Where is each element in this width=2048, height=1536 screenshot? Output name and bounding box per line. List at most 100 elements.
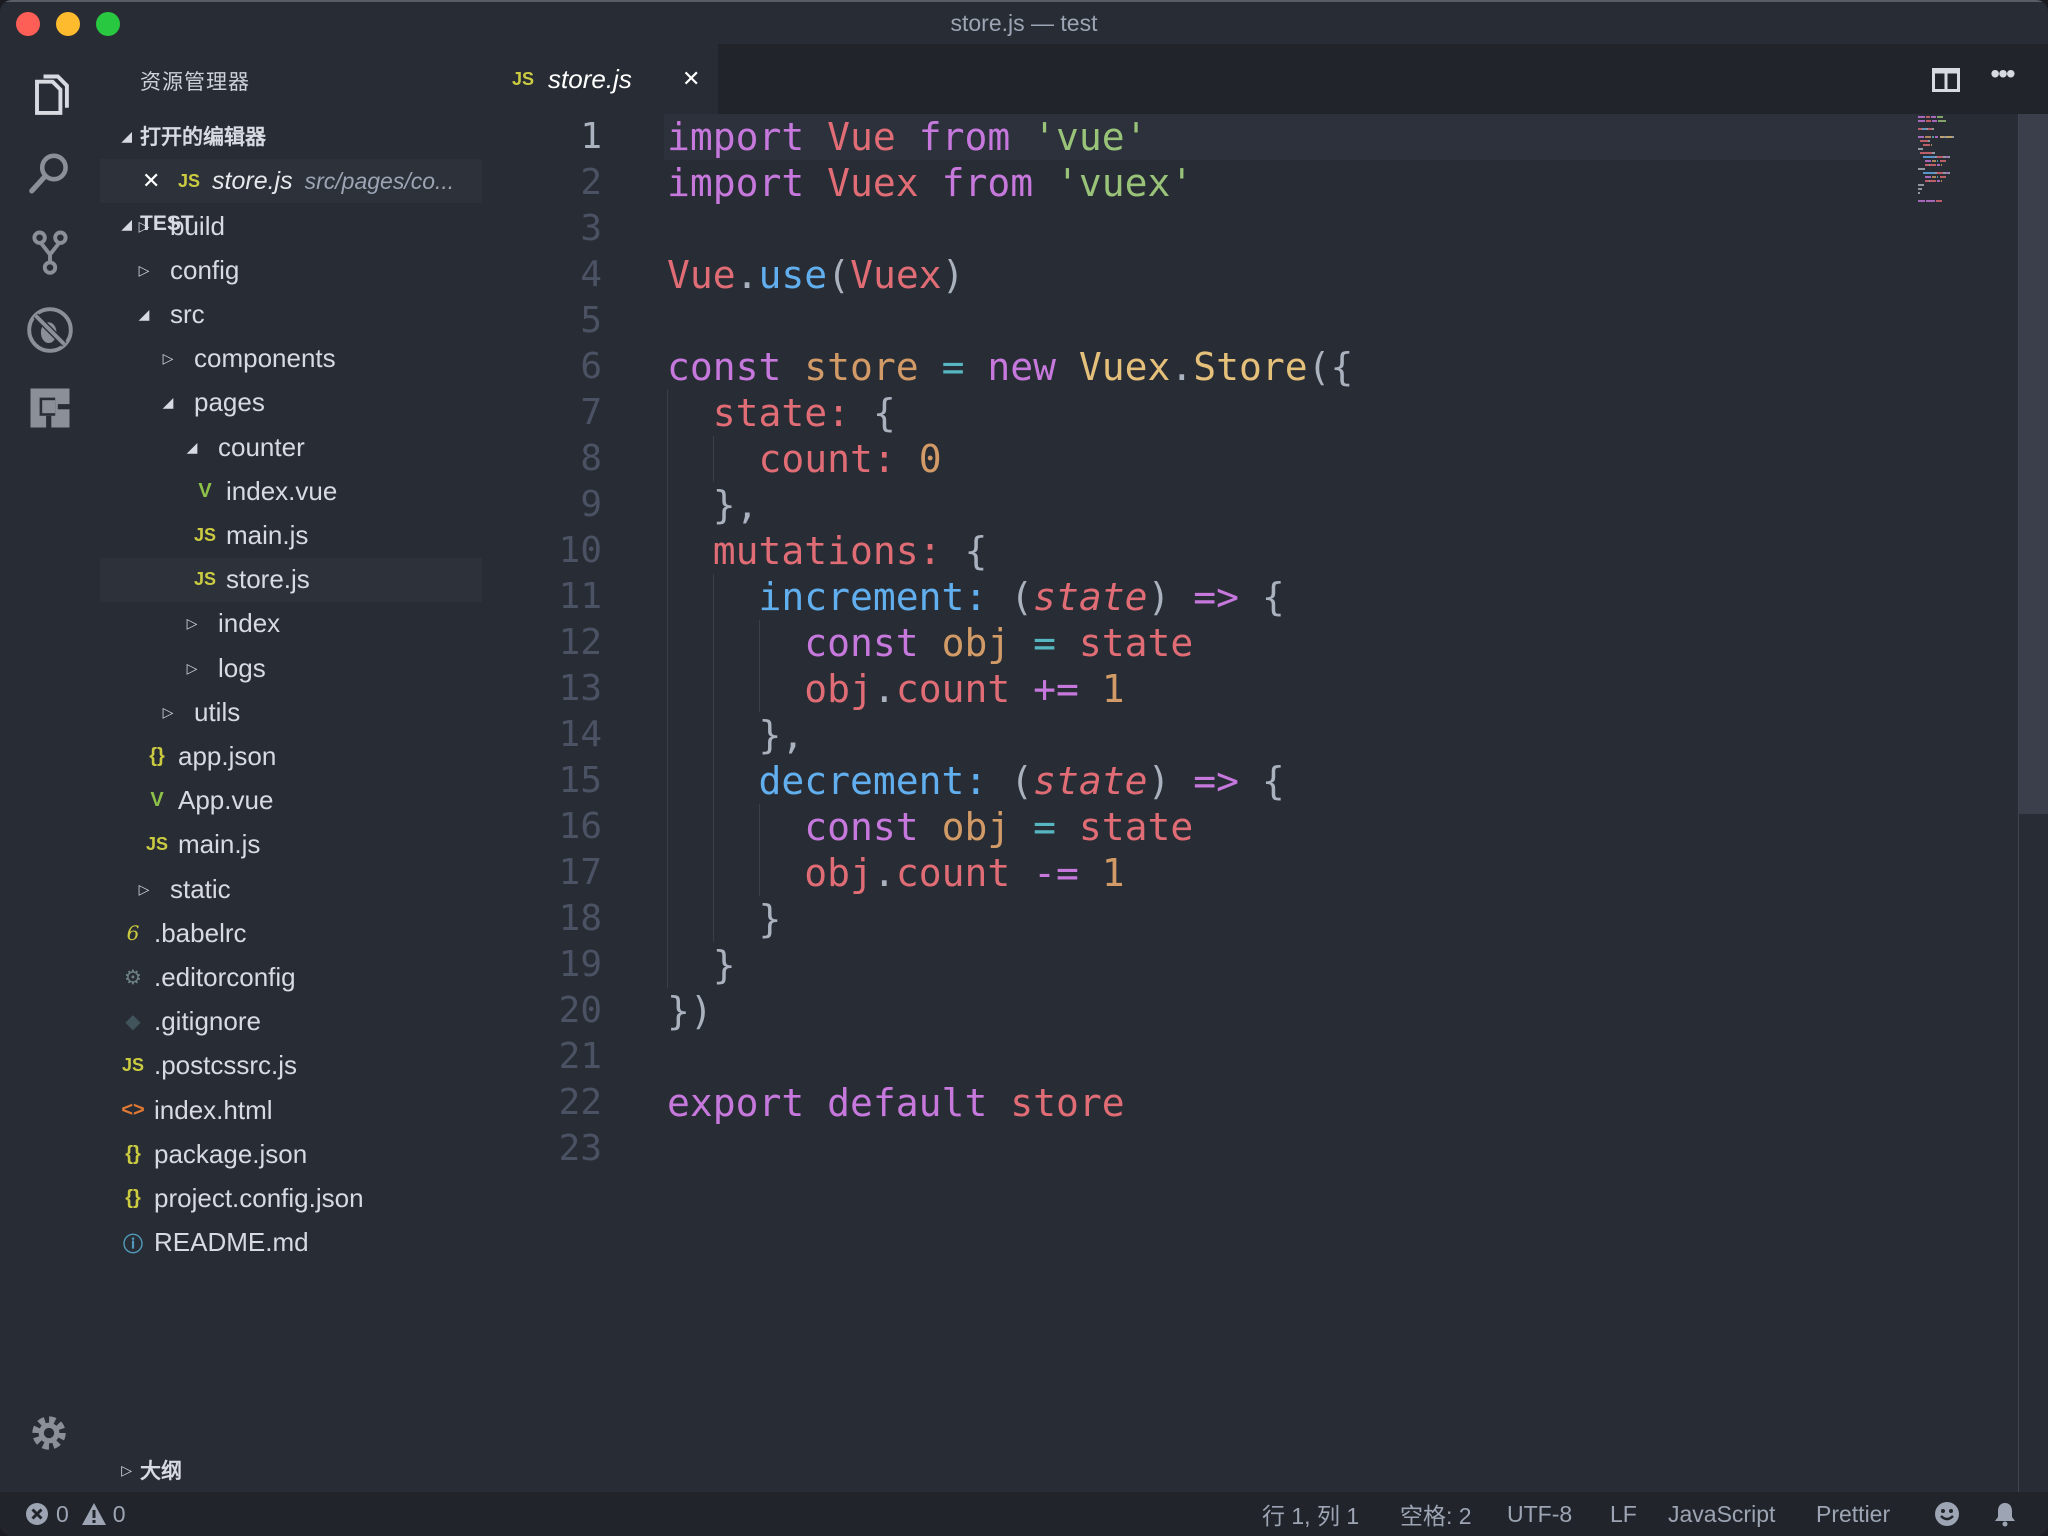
code-line[interactable]: export default store <box>667 1080 1125 1126</box>
open-editors-header[interactable]: ◢ 打开的编辑器 <box>100 116 482 156</box>
tree-file[interactable]: {} project.config.json <box>100 1176 482 1220</box>
code-line[interactable]: const store = new Vuex.Store({ <box>667 344 1353 390</box>
code-line[interactable]: obj.count += 1 <box>667 666 1124 712</box>
code-line[interactable]: import Vue from 'vue' <box>667 114 1148 160</box>
code-token: import <box>667 161 805 205</box>
language-mode[interactable]: JavaScript <box>1668 1492 1775 1536</box>
tree-folder[interactable]: ▷ components <box>100 337 482 381</box>
tree-file[interactable]: Vindex.vue <box>100 469 482 513</box>
tree-file[interactable]: {} app.json <box>100 734 482 778</box>
chevron-right-icon[interactable]: ▷ <box>156 350 180 367</box>
chevron-right-icon[interactable]: ▷ <box>180 615 204 632</box>
tree-file[interactable]: V App.vue <box>100 779 482 823</box>
minimap-token <box>1925 176 1932 178</box>
chevron-down-icon[interactable]: ◢ <box>156 394 180 411</box>
tree-folder[interactable]: ▷ build <box>100 204 482 248</box>
code-token: . <box>1170 345 1194 389</box>
tree-folder[interactable]: ▷ logs <box>100 646 482 690</box>
line-number: 4 <box>580 254 602 295</box>
minimap-token <box>1939 176 1946 178</box>
tree-folder[interactable]: ◢ counter <box>100 425 482 469</box>
code-line[interactable]: const obj = state <box>667 620 1193 666</box>
code-token: Vuex <box>1078 345 1171 389</box>
activity-explorer[interactable] <box>20 66 80 126</box>
tree-folder[interactable]: ▷ config <box>100 248 482 292</box>
code-token: ) <box>1147 759 1194 803</box>
code-line[interactable]: state: { <box>667 390 896 436</box>
tab-store-js[interactable]: JS store.js ✕ <box>482 44 718 114</box>
minimap-token <box>1951 136 1954 138</box>
minimap[interactable] <box>1916 114 1996 214</box>
tree-file[interactable]: 6 .babelrc <box>100 911 482 955</box>
code-line[interactable]: obj.count -= 1 <box>667 850 1124 896</box>
more-actions-button[interactable]: ••• <box>1982 60 2022 94</box>
code-editor[interactable]: 1 2 3 4 5 6 7 8 9 10 11 12 13 14 15 16 17 18 19 20 21 22 23 im… <box>482 114 2048 1492</box>
line-number: 1 <box>580 116 602 157</box>
code-line[interactable]: import Vuex from 'vuex' <box>667 160 1193 206</box>
formatter-status[interactable]: Prettier <box>1816 1492 1890 1536</box>
code-line[interactable]: const obj = state <box>667 804 1193 850</box>
eol-setting[interactable]: LF <box>1610 1492 1637 1536</box>
line-number: 9 <box>580 484 602 525</box>
code-token: ( <box>987 759 1034 803</box>
code-line[interactable]: }) <box>667 988 713 1034</box>
status-bar: 0 0 行 1, 列 1 空格: 2 UTF-8 LF JavaScript P… <box>0 1492 2048 1536</box>
code-line[interactable]: } <box>667 896 782 942</box>
indentation-setting[interactable]: 空格: 2 <box>1400 1492 1472 1536</box>
activity-debug[interactable] <box>20 300 80 360</box>
close-tab-icon[interactable]: ✕ <box>682 66 700 92</box>
minimap-token <box>1937 164 1940 166</box>
tree-file[interactable]: ⚙ .editorconfig <box>100 955 482 999</box>
open-editor-item[interactable]: ✕ JS store.js src/pages/co... <box>100 159 482 203</box>
code-line[interactable]: }, <box>667 482 759 528</box>
tree-file[interactable]: ⓘ README.md <box>100 1221 482 1265</box>
tree-folder[interactable]: ▷ utils <box>100 690 482 734</box>
tree-folder[interactable]: ◢ pages <box>100 381 482 425</box>
code-line[interactable]: Vue.use(Vuex) <box>667 252 964 298</box>
code-line[interactable]: increment: (state) => { <box>667 574 1285 620</box>
code-token: Vue <box>827 115 896 159</box>
code-line[interactable]: decrement: (state) => { <box>667 758 1285 804</box>
problems-indicator[interactable]: 0 0 <box>24 1492 126 1536</box>
chevron-right-icon[interactable]: ▷ <box>132 262 156 279</box>
tree-folder[interactable]: ▷ index <box>100 602 482 646</box>
code-line[interactable]: } <box>667 942 736 988</box>
tree-folder[interactable]: ▷ static <box>100 867 482 911</box>
tree-file[interactable]: JS .postcssrc.js <box>100 1044 482 1088</box>
activity-extensions[interactable] <box>20 378 80 438</box>
tree-file[interactable]: ◆ .gitignore <box>100 1000 482 1044</box>
chevron-right-icon[interactable]: ▷ <box>132 218 156 235</box>
chevron-down-icon[interactable]: ◢ <box>132 306 156 323</box>
encoding-setting[interactable]: UTF-8 <box>1507 1492 1572 1536</box>
code-line[interactable]: count: 0 <box>667 436 942 482</box>
tree-file[interactable]: {} package.json <box>100 1132 482 1176</box>
chevron-right-icon[interactable]: ▷ <box>180 660 204 677</box>
tree-file[interactable]: JS main.js <box>100 513 482 557</box>
outline-header[interactable]: ▷ 大纲 <box>100 1450 482 1490</box>
activity-source-control[interactable] <box>20 222 80 282</box>
code-line[interactable]: }, <box>667 712 805 758</box>
chevron-right-icon[interactable]: ▷ <box>132 881 156 898</box>
minimap-token <box>1937 176 1939 178</box>
title-bar: store.js — test <box>0 0 2048 44</box>
code-token: += <box>1033 667 1079 711</box>
activity-search[interactable] <box>20 144 80 204</box>
cursor-position[interactable]: 行 1, 列 1 <box>1262 1492 1359 1536</box>
close-icon[interactable]: ✕ <box>142 168 162 194</box>
vertical-scrollbar[interactable] <box>2018 114 2048 1492</box>
tree-folder[interactable]: ◢ src <box>100 292 482 336</box>
chevron-down-icon[interactable]: ◢ <box>180 439 204 456</box>
notifications-button[interactable] <box>1992 1492 2018 1536</box>
chevron-right-icon[interactable]: ▷ <box>156 704 180 721</box>
feedback-button[interactable] <box>1934 1492 1960 1536</box>
scrollbar-thumb[interactable] <box>2019 114 2048 814</box>
tree-file[interactable]: JS store.js <box>100 557 482 602</box>
code-line[interactable]: mutations: { <box>667 528 988 574</box>
manage-settings-button[interactable] <box>26 1410 76 1460</box>
tree-file[interactable]: JS main.js <box>100 823 482 867</box>
split-editor-button[interactable] <box>1932 68 1960 92</box>
tree-file[interactable]: <> index.html <box>100 1088 482 1132</box>
